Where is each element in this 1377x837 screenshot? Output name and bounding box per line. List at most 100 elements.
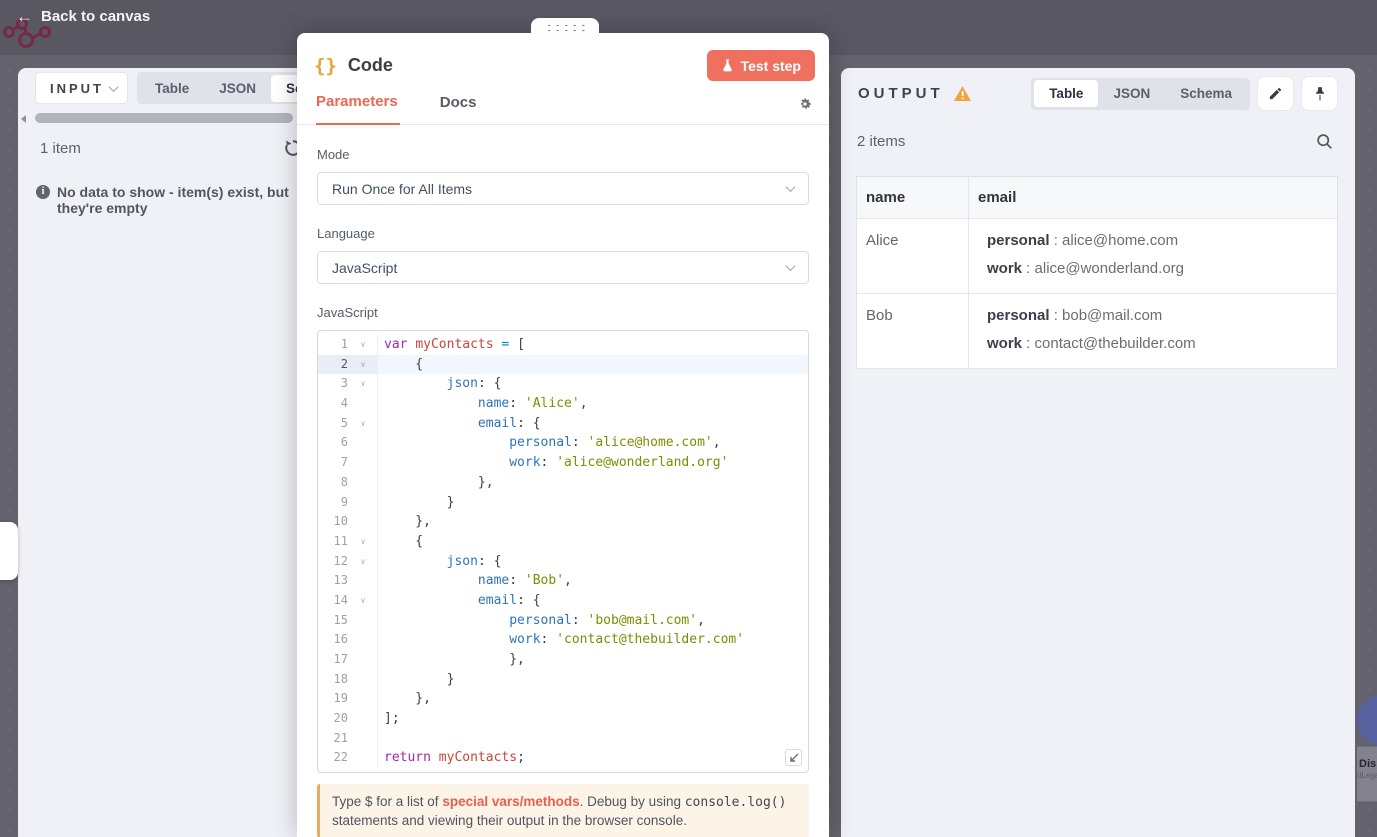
back-to-canvas-button[interactable]: ← Back to canvas — [16, 8, 150, 25]
test-step-button[interactable]: Test step — [706, 50, 815, 81]
code-line-14[interactable]: 14 ∨ email: { — [318, 590, 808, 611]
email-key: work — [987, 260, 1023, 277]
cell-name: Alice — [856, 218, 969, 294]
line-number: 14 — [333, 592, 348, 607]
cell-name: Bob — [856, 293, 969, 369]
code-text: work: 'contact@thebuilder.com' — [509, 632, 745, 648]
code-line-11[interactable]: 11 ∨ { — [318, 531, 808, 552]
tab-json[interactable]: JSON — [204, 75, 271, 102]
line-number: 9 — [340, 494, 348, 509]
tab-parameters[interactable]: Parameters — [316, 93, 400, 125]
code-line-1[interactable]: 1 ∨ var myContacts = [ — [318, 335, 808, 355]
code-text: work: 'alice@wonderland.org' — [509, 455, 729, 471]
column-header-email[interactable]: email — [968, 176, 1338, 219]
chevron-down-icon — [785, 182, 796, 193]
code-text: } — [384, 494, 455, 510]
code-text: email: { — [477, 415, 541, 431]
code-line-2[interactable]: 2 ∨ { — [318, 354, 808, 375]
code-text: var myContacts = [ — [384, 337, 525, 352]
fold-chevron-icon[interactable]: ∨ — [352, 355, 374, 375]
code-line-4[interactable]: 4 name: 'Alice', — [318, 394, 808, 414]
input-selector-dropdown[interactable]: INPUT — [35, 72, 128, 104]
fold-chevron-icon[interactable]: ∨ — [352, 374, 374, 394]
email-key: personal — [987, 307, 1050, 324]
code-line-9[interactable]: 9 } — [318, 492, 808, 513]
code-text: name: 'Alice', — [477, 396, 588, 412]
table-row[interactable]: Bob personal : bob@mail.com work : contact… — [856, 293, 1338, 369]
line-number: 20 — [333, 711, 348, 726]
column-header-name[interactable]: name — [856, 176, 969, 219]
fold-chevron-icon[interactable]: ∨ — [352, 414, 374, 434]
code-line-17[interactable]: 17 }, — [318, 650, 808, 670]
code-line-20[interactable]: 20]; — [318, 709, 808, 729]
code-line-21[interactable]: 21 — [318, 728, 808, 749]
email-entry: personal : bob@mail.com — [987, 307, 1163, 324]
code-line-15[interactable]: 15 personal: 'bob@mail.com', — [318, 610, 808, 631]
node-settings-gear-icon[interactable] — [797, 96, 813, 112]
code-text: personal: 'bob@mail.com', — [509, 612, 705, 628]
tab-schema[interactable]: Schema — [1165, 80, 1247, 107]
output-panel: OUTPUT Table JSON Schema 2 items name emai… — [841, 68, 1355, 837]
code-editor[interactable]: 1 ∨ var myContacts = [2 ∨ {3 ∨ json: {4 name… — [317, 330, 809, 773]
code-text: name: 'Bob', — [477, 573, 572, 589]
back-arrow-icon: ← — [16, 7, 33, 26]
tab-table[interactable]: Table — [140, 75, 204, 102]
line-number: 12 — [333, 553, 348, 568]
fold-chevron-icon[interactable]: ∨ — [352, 552, 374, 572]
code-node-modal: {} Code Test step Parameters Docs Mode R… — [297, 33, 829, 837]
line-number: 13 — [333, 573, 348, 588]
code-line-6[interactable]: 6 personal: 'alice@home.com', — [318, 433, 808, 454]
language-select[interactable]: JavaScript — [317, 251, 809, 284]
special-vars-link[interactable]: special vars/methods — [442, 794, 579, 809]
tab-json[interactable]: JSON — [1098, 80, 1165, 107]
code-line-7[interactable]: 7 work: 'alice@wonderland.org' — [318, 453, 808, 473]
fold-chevron-icon[interactable]: ∨ — [352, 591, 374, 611]
code-line-10[interactable]: 10 }, — [318, 512, 808, 532]
code-line-8[interactable]: 8 }, — [318, 472, 808, 493]
line-number: 17 — [333, 652, 348, 666]
editor-resize-handle-icon[interactable] — [785, 749, 802, 766]
email-entry: personal : alice@home.com — [987, 232, 1179, 249]
line-number: 15 — [333, 612, 348, 627]
tab-table[interactable]: Table — [1034, 80, 1099, 107]
line-number: 1 — [340, 337, 348, 351]
editor-hint: Type $ for a list of special vars/method… — [317, 784, 809, 837]
tab-docs[interactable]: Docs — [440, 94, 479, 124]
hint-text: . Debug by using — [579, 794, 685, 809]
code-line-18[interactable]: 18 } — [318, 669, 808, 690]
language-label: Language — [317, 226, 375, 241]
fold-chevron-icon[interactable]: ∨ — [352, 335, 374, 355]
flask-icon — [722, 59, 732, 71]
input-horizontal-scrollbar[interactable] — [35, 113, 293, 123]
code-line-12[interactable]: 12 ∨ json: { — [318, 551, 808, 572]
code-line-13[interactable]: 13 name: 'Bob', — [318, 571, 808, 591]
code-text: return myContacts; — [384, 750, 525, 766]
code-line-22[interactable]: 22 return myContacts; — [318, 748, 808, 769]
modal-drag-handle[interactable] — [531, 18, 599, 35]
fold-chevron-icon[interactable]: ∨ — [352, 532, 374, 552]
code-line-19[interactable]: 19 }, — [318, 689, 808, 710]
collapsed-panel-handle[interactable] — [0, 522, 18, 580]
output-panel-title: OUTPUT — [858, 85, 944, 102]
pin-data-button[interactable] — [1301, 76, 1338, 111]
code-line-5[interactable]: 5 ∨ email: { — [318, 413, 808, 434]
code-line-3[interactable]: 3 ∨ json: { — [318, 374, 808, 395]
search-icon[interactable] — [1316, 133, 1333, 150]
code-line-16[interactable]: 16 work: 'contact@thebuilder.com' — [318, 630, 808, 650]
edit-output-button[interactable] — [1257, 76, 1294, 111]
line-number: 3 — [340, 376, 348, 391]
table-row[interactable]: Alice personal : alice@home.com work : ali… — [856, 218, 1338, 294]
line-number: 22 — [333, 750, 348, 765]
email-entry: work : contact@thebuilder.com — [987, 335, 1196, 352]
code-editor-label: JavaScript — [317, 305, 378, 320]
mode-select[interactable]: Run Once for All Items — [317, 172, 809, 205]
